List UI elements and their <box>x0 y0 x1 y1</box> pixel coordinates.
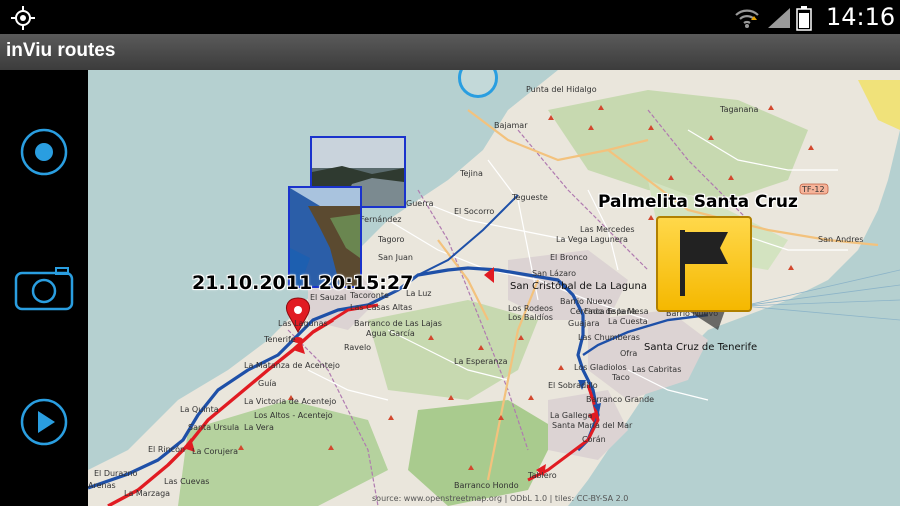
label-ravelo: Ravelo <box>344 343 371 352</box>
label-ofra: Ofra <box>620 349 637 358</box>
label-punta-del-hidalgo: Punta del Hidalgo <box>526 85 597 94</box>
app-title-bar: inViu routes <box>0 34 900 70</box>
label-la-marzaga: La Marzaga <box>124 489 170 498</box>
record-button[interactable] <box>14 122 74 182</box>
status-bar: 14:16 <box>0 0 900 34</box>
label-las-casas-altas: Las Casas Altas <box>350 303 412 312</box>
label-tejina: Tejina <box>459 169 483 178</box>
map-attribution: source: www.openstreetmap.org | ODbL 1.0… <box>372 494 629 503</box>
signal-icon <box>768 8 790 28</box>
label-barrio-nuevo: Barrio Nuevo <box>560 297 612 306</box>
label-tablero: Tablero <box>527 471 557 480</box>
label-san-andres: San Andres <box>818 235 863 244</box>
label-las-chumberas: Las Chumberas <box>578 333 640 342</box>
camera-icon <box>14 267 74 311</box>
record-icon <box>20 128 68 176</box>
label-la-gallega: La Gallega <box>550 411 592 420</box>
label-tagoro: Tagoro <box>377 235 405 244</box>
label-las-cuevas: Las Cuevas <box>164 477 209 486</box>
label-los-altos: Los Altos - Acentejo <box>254 411 333 420</box>
label-santa-ursula: Santa Ursula <box>188 423 239 432</box>
label-la-cuesta: La Cuesta <box>608 317 648 326</box>
label-taco: Taco <box>611 373 630 382</box>
label-barranco-hondo: Barranco Hondo <box>454 481 519 490</box>
label-los-rodeos: Los Rodeos <box>508 304 553 313</box>
label-agua-garcia: Agua García <box>366 329 415 338</box>
label-las-mercedes: Las Mercedes <box>580 225 635 234</box>
label-vega-lagunera: La Vega Lagunera <box>556 235 628 244</box>
label-bajamar: Bajamar <box>494 121 528 130</box>
label-los-baldios: Los Baldíos <box>508 313 553 322</box>
clock: 14:16 <box>826 3 896 31</box>
label-la-victoria: La Victoria de Acentejo <box>244 397 336 406</box>
app-title: inViu routes <box>6 40 116 61</box>
label-coran: Corán <box>582 435 606 444</box>
flag-icon <box>680 230 728 296</box>
label-fernandez: Fernández <box>360 215 401 224</box>
label-san-juan: San Juan <box>378 253 413 262</box>
label-la-vera: La Vera <box>244 423 274 432</box>
label-guerra: Guerra <box>406 199 434 208</box>
play-icon <box>20 398 68 446</box>
label-el-bronco: El Bronco <box>550 253 588 262</box>
label-el-rincon: El Rincón <box>148 444 185 454</box>
label-guia: Guía <box>258 379 276 388</box>
play-button[interactable] <box>14 392 74 452</box>
camera-button[interactable] <box>14 258 74 318</box>
sidebar <box>0 70 88 506</box>
gps-icon <box>11 6 35 30</box>
label-barranco-lajas: Barranco de Las Lajas <box>354 319 442 328</box>
label-barranco-grande: Barranco Grande <box>586 395 654 404</box>
label-arenas: Arenas <box>88 481 116 490</box>
label-las-cabritas: Las Cabritas <box>632 365 681 374</box>
wifi-icon <box>735 9 759 28</box>
label-corujera: La Corujera <box>192 447 238 456</box>
destination-label: Palmelita Santa Cruz <box>598 192 798 212</box>
label-el-durazno: El Durazno <box>94 469 138 478</box>
label-santa-cruz: Santa Cruz de Tenerife <box>644 342 757 353</box>
label-la-esperanza: La Esperanza <box>454 357 508 366</box>
label-tenerife: Tenerife <box>263 335 296 344</box>
label-tf12: TF-12 <box>801 185 825 194</box>
label-san-lazaro: San Lázaro <box>532 269 576 278</box>
label-guajara: Guajara <box>568 319 600 328</box>
label-el-sauzal: El Sauzal <box>310 293 346 302</box>
label-la-quinta: La Quinta <box>180 405 219 414</box>
destination-flag-button[interactable] <box>656 216 752 312</box>
label-la-matanza: La Matanza de Acentejo <box>244 361 340 370</box>
route-timestamp: 21.10.2011 20:15:27 <box>192 272 414 294</box>
label-tegueste: Tegueste <box>511 193 548 202</box>
label-la-laguna: San Cristóbal de La Laguna <box>510 280 647 292</box>
map-view[interactable]: Punta del Hidalgo Taganana Bajamar Tejin… <box>88 70 900 506</box>
label-santa-maria-mar: Santa María del Mar <box>552 421 633 430</box>
label-taganana: Taganana <box>719 105 758 114</box>
battery-icon <box>796 6 812 31</box>
label-finca-espana: Finca España <box>584 307 636 316</box>
label-las-lagunas: Las Lagunas <box>278 319 328 328</box>
label-los-gladiolos: Los Gladiolos <box>574 363 627 372</box>
label-el-sobradillo: El Sobradillo <box>548 381 598 390</box>
label-el-socorro: El Socorro <box>454 207 494 216</box>
